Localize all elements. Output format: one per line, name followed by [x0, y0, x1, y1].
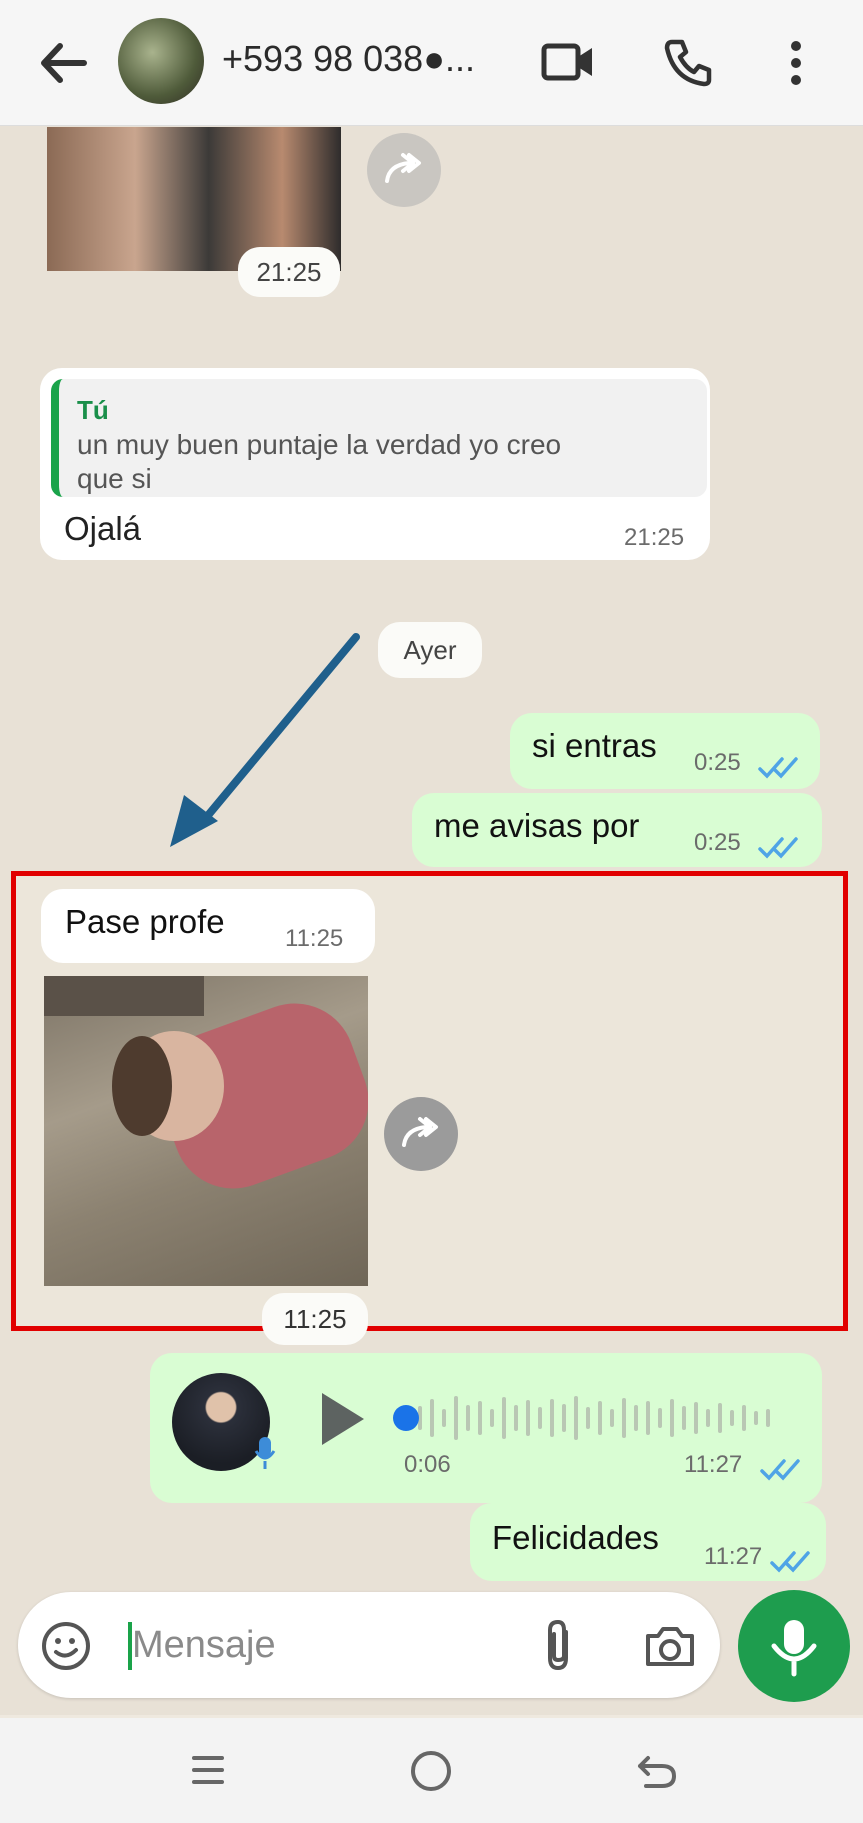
waveform[interactable] [390, 1393, 790, 1443]
outgoing-message[interactable]: me avisas por 0:25 [412, 793, 822, 867]
message-input[interactable]: Mensaje [132, 1624, 276, 1667]
message-time: 21:25 [624, 524, 685, 551]
recent-apps-icon[interactable] [188, 1750, 228, 1795]
microphone-badge-icon [254, 1435, 276, 1479]
home-icon[interactable] [408, 1748, 454, 1799]
quoted-text-line1: un muy buen puntaje la verdad yo creo [77, 429, 562, 460]
more-options-icon[interactable] [783, 40, 809, 86]
message-composer[interactable]: Mensaje [18, 1592, 720, 1698]
camera-icon[interactable] [642, 1622, 698, 1675]
contact-avatar[interactable] [118, 18, 204, 104]
outgoing-message[interactable]: Felicidades 11:27 [470, 1503, 826, 1581]
sticker-icon[interactable] [40, 1620, 92, 1677]
message-time: 11:27 [704, 1543, 763, 1570]
image-time-badge: 21:25 [238, 247, 340, 297]
phone-icon[interactable] [662, 36, 714, 88]
message-text: Ojalá [64, 510, 142, 547]
play-icon[interactable] [318, 1391, 368, 1455]
date-chip: Ayer [378, 622, 482, 678]
attach-icon[interactable] [538, 1618, 578, 1679]
read-receipt-icon [758, 749, 800, 787]
back-arrow-icon[interactable] [38, 40, 88, 86]
voice-duration: 0:06 [404, 1451, 451, 1478]
video-call-icon[interactable] [540, 38, 596, 86]
quoted-message[interactable]: Tú un muy buen puntaje la verdad yo creo… [51, 379, 707, 497]
incoming-message[interactable]: Pase profe 11:25 [41, 889, 375, 963]
chat-header: +593 98 038●... [0, 0, 863, 125]
read-receipt-icon [758, 829, 800, 867]
voice-message[interactable]: 0:06 11:27 [150, 1353, 822, 1503]
message-text: Felicidades [492, 1519, 659, 1556]
message-time: 0:25 [694, 749, 741, 776]
reply-message-bubble[interactable]: Tú un muy buen puntaje la verdad yo creo… [40, 368, 710, 560]
message-text: si entras [532, 727, 657, 764]
image-time-badge: 11:25 [262, 1293, 368, 1345]
back-nav-icon[interactable] [634, 1748, 680, 1799]
message-text: Pase profe [65, 903, 225, 940]
chat-area[interactable]: 21:25 Tú un muy buen puntaje la verdad y… [0, 125, 863, 1715]
message-time: 0:25 [694, 829, 741, 856]
forward-button[interactable] [367, 133, 441, 207]
contact-name[interactable]: +593 98 038●... [222, 38, 475, 80]
annotation-arrow-icon [160, 625, 370, 855]
quoted-text-line2: que si [77, 463, 152, 494]
message-image[interactable] [44, 976, 368, 1286]
forward-button[interactable] [384, 1097, 458, 1171]
system-navigation-bar [0, 1718, 863, 1823]
message-text: me avisas por [434, 807, 640, 844]
message-time: 11:25 [285, 925, 344, 952]
voice-record-button[interactable] [738, 1590, 850, 1702]
read-receipt-icon [760, 1451, 802, 1489]
message-time: 11:27 [684, 1451, 743, 1478]
quoted-author: Tú [77, 395, 109, 425]
read-receipt-icon [770, 1543, 812, 1581]
outgoing-message[interactable]: si entras 0:25 [510, 713, 820, 789]
